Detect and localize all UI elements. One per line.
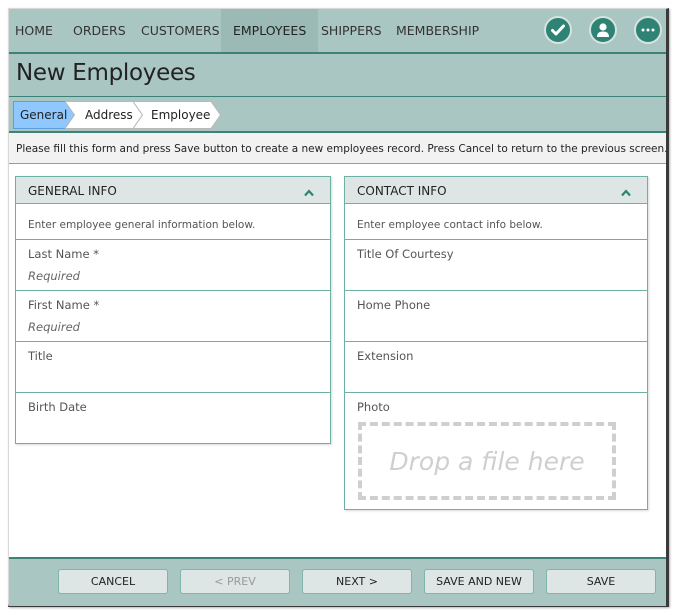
photo-dropzone[interactable]: Drop a file here [358, 422, 616, 500]
contact-info-header[interactable]: CONTACT INFO [345, 177, 647, 204]
general-info-title: GENERAL INFO [28, 184, 117, 198]
contact-info-description: Enter employee contact info below. [345, 204, 647, 240]
step-general-label: General [20, 108, 68, 122]
birth-date-field[interactable]: Birth Date [16, 393, 330, 443]
wizard-steps-bar: General Address Employee [9, 97, 666, 133]
app-window: HOME ORDERS CUSTOMERS EMPLOYEES SHIPPERS… [8, 8, 669, 607]
step-address-label: Address [85, 108, 133, 122]
step-employee-label: Employee [151, 108, 211, 122]
step-employee[interactable]: Employee [133, 101, 221, 129]
photo-field: Photo Drop a file here [345, 393, 647, 509]
step-address[interactable]: Address [65, 101, 143, 129]
form-instructions: Please fill this form and press Save but… [9, 133, 668, 164]
extension-field[interactable]: Extension [345, 342, 647, 393]
nav-item-customers[interactable]: CUSTOMERS [135, 9, 226, 52]
extension-label: Extension [357, 349, 414, 363]
home-phone-label: Home Phone [357, 298, 431, 312]
title-label: Title [28, 349, 53, 363]
nav-item-orders[interactable]: ORDERS [67, 9, 132, 52]
general-info-header[interactable]: GENERAL INFO [16, 177, 330, 204]
page-title: New Employees [16, 60, 196, 86]
first-name-field[interactable]: First Name * Required [16, 291, 330, 342]
user-button[interactable] [589, 16, 617, 44]
title-field[interactable]: Title [16, 342, 330, 393]
contact-info-title: CONTACT INFO [357, 184, 447, 198]
dropzone-text: Drop a file here [389, 446, 585, 476]
home-phone-field[interactable]: Home Phone [345, 291, 647, 342]
nav-item-shippers[interactable]: SHIPPERS [315, 9, 388, 52]
first-name-placeholder: Required [28, 320, 80, 334]
more-button[interactable] [634, 16, 662, 44]
nav-item-employees[interactable]: EMPLOYEES [221, 9, 319, 52]
top-navigation: HOME ORDERS CUSTOMERS EMPLOYEES SHIPPERS… [9, 9, 666, 54]
nav-item-home[interactable]: HOME [9, 9, 59, 52]
title-of-courtesy-field[interactable]: Title Of Courtesy [345, 240, 647, 291]
last-name-placeholder: Required [28, 269, 80, 283]
form-instructions-text: Please fill this form and press Save but… [16, 143, 668, 155]
title-bar: New Employees [9, 54, 666, 97]
photo-label: Photo [357, 400, 390, 414]
nav-item-membership[interactable]: MEMBERSHIP [390, 9, 485, 52]
title-of-courtesy-label: Title Of Courtesy [357, 247, 454, 261]
first-name-label: First Name * [28, 298, 100, 312]
birth-date-label: Birth Date [28, 400, 87, 414]
save-button[interactable]: SAVE [546, 569, 656, 594]
user-icon [597, 23, 609, 37]
last-name-field[interactable]: Last Name * Required [16, 240, 330, 291]
checkmark-button[interactable] [544, 16, 572, 44]
collapse-chevron-icon[interactable] [621, 182, 631, 201]
more-icon [641, 28, 655, 32]
prev-button[interactable]: < PREV [180, 569, 290, 594]
collapse-chevron-icon[interactable] [304, 182, 314, 201]
checkmark-icon [551, 24, 565, 36]
next-button[interactable]: NEXT > [302, 569, 412, 594]
contact-info-description-text: Enter employee contact info below. [357, 219, 543, 231]
cancel-button[interactable]: CANCEL [58, 569, 168, 594]
last-name-label: Last Name * [28, 247, 99, 261]
general-info-description: Enter employee general information below… [16, 204, 330, 240]
general-info-description-text: Enter employee general information below… [28, 219, 256, 231]
save-and-new-button[interactable]: SAVE AND NEW [424, 569, 534, 594]
general-info-panel: GENERAL INFO Enter employee general info… [15, 176, 331, 444]
action-bar: CANCEL < PREV NEXT > SAVE AND NEW SAVE [9, 557, 666, 606]
contact-info-panel: CONTACT INFO Enter employee contact info… [344, 176, 648, 510]
